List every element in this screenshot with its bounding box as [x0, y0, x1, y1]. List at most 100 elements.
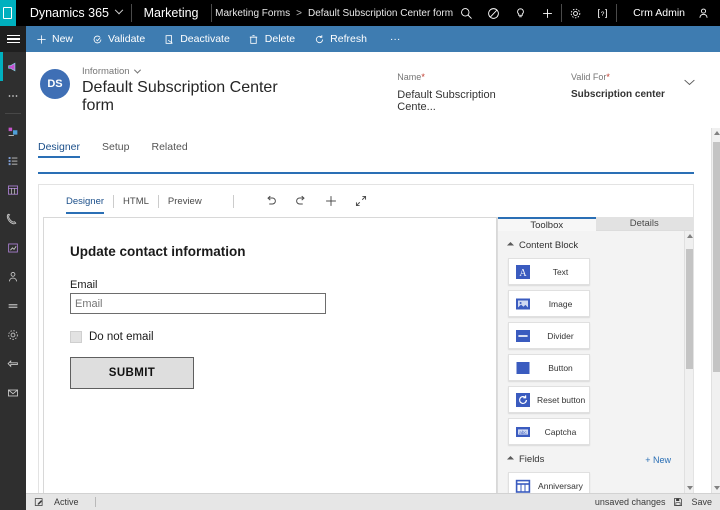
reset-icon [515, 392, 531, 408]
divider [233, 195, 234, 208]
validate-button[interactable]: Validate [82, 26, 154, 52]
avatar: DS [40, 69, 70, 99]
tile-button-label: Button [537, 363, 589, 373]
calendar-field-icon [515, 478, 531, 493]
tab-details[interactable]: Details [596, 217, 694, 231]
hamburger-icon[interactable] [0, 26, 26, 52]
sidebar-item-reply[interactable] [0, 349, 26, 378]
scrollbar-thumb[interactable] [686, 249, 693, 369]
form-selector[interactable]: Information [82, 66, 297, 77]
designer-toolbar: Designer HTML Preview [39, 185, 693, 217]
new-button[interactable]: New [26, 26, 82, 52]
form-selector-label: Information [82, 66, 130, 77]
toolbox-content: Content Block A Text [498, 231, 693, 493]
tile-reset-button[interactable]: Reset button [508, 386, 590, 413]
unsaved-changes-label: unsaved changes [595, 497, 666, 507]
tile-button[interactable]: Button [508, 354, 590, 381]
search-icon[interactable] [453, 0, 480, 26]
divider [95, 497, 96, 507]
top-bar-actions: ? Crm Admin [453, 0, 720, 26]
section-content-block-header[interactable]: Content Block [508, 240, 685, 251]
scrollbar-thumb[interactable] [713, 142, 720, 372]
email-input[interactable] [70, 293, 326, 314]
designer-mode-designer[interactable]: Designer [57, 196, 113, 207]
name-field-value[interactable]: Default Subscription Cente... [397, 89, 515, 113]
new-field-link[interactable]: + New [645, 455, 685, 465]
tile-reset-button-label: Reset button [537, 395, 589, 405]
toolbox-panel: Toolbox Details Content Block A [497, 217, 693, 493]
sidebar-item-settings[interactable] [0, 320, 26, 349]
breadcrumb: Marketing Forms > Default Subscription C… [211, 8, 453, 19]
person-icon[interactable] [693, 0, 720, 26]
sidebar-item-list[interactable] [0, 146, 26, 175]
refresh-button[interactable]: Refresh [304, 26, 376, 52]
save-button[interactable]: Save [691, 497, 712, 507]
page-scrollbar[interactable] [711, 128, 720, 493]
status-right: unsaved changes Save [595, 497, 712, 507]
undo-icon[interactable] [256, 190, 286, 212]
sidebar-item-contact[interactable] [0, 262, 26, 291]
plus-icon[interactable] [534, 0, 561, 26]
button-icon [515, 360, 531, 376]
toolbox-scrollbar[interactable] [684, 231, 693, 493]
content-block-tiles: A Text Image [508, 258, 685, 445]
user-name-label: Crm Admin [633, 7, 685, 19]
save-icon[interactable] [673, 497, 683, 507]
sidebar-item-segment[interactable] [0, 291, 26, 320]
tile-image-label: Image [537, 299, 589, 309]
sidebar-item-chart[interactable] [0, 233, 26, 262]
form-canvas[interactable]: Update contact information Email Do not … [43, 217, 497, 493]
chevron-down-icon[interactable] [683, 78, 702, 87]
designer-mode-preview[interactable]: Preview [159, 196, 211, 207]
designer-mode-html[interactable]: HTML [114, 196, 158, 207]
sidebar-item-megaphone[interactable] [0, 52, 26, 81]
gear-icon[interactable] [562, 0, 589, 26]
plus-icon[interactable] [316, 190, 346, 212]
deactivate-button[interactable]: Deactivate [154, 26, 239, 52]
do-not-email-checkbox[interactable] [70, 331, 82, 343]
designer-body: Update contact information Email Do not … [39, 217, 693, 493]
valid-for-field-value[interactable]: Subscription center [571, 89, 683, 100]
scroll-down-icon[interactable] [714, 486, 720, 490]
tab-toolbox[interactable]: Toolbox [498, 217, 596, 231]
page-scrollbar-track[interactable] [711, 128, 720, 493]
scroll-up-icon[interactable] [687, 234, 693, 238]
breadcrumb-parent[interactable]: Marketing Forms [215, 8, 290, 19]
tile-captcha[interactable]: abc Captcha [508, 418, 590, 445]
header-field-valid-for: Valid For* Subscription center [571, 72, 683, 113]
help-icon[interactable]: ? [589, 0, 616, 26]
spacer [508, 445, 685, 454]
tile-anniversary[interactable]: Anniversary [508, 472, 590, 493]
tile-text[interactable]: A Text [508, 258, 590, 285]
sidebar-item-pin[interactable] [0, 117, 26, 146]
sidebar-item-phone[interactable] [0, 204, 26, 233]
section-fields-header[interactable]: Fields + New [508, 454, 685, 465]
do-not-email-row[interactable]: Do not email [70, 331, 496, 343]
sidebar-item-email[interactable] [0, 378, 26, 407]
tab-designer[interactable]: Designer [38, 141, 80, 158]
chevron-down-icon [133, 67, 140, 74]
tile-divider[interactable]: Divider [508, 322, 590, 349]
edit-icon[interactable] [34, 497, 44, 507]
command-overflow-button[interactable]: ··· [376, 26, 410, 52]
scroll-down-icon[interactable] [687, 486, 693, 490]
tile-image[interactable]: Image [508, 290, 590, 317]
lightbulb-icon[interactable] [507, 0, 534, 26]
submit-button[interactable]: SUBMIT [70, 357, 194, 389]
expand-icon[interactable] [346, 190, 376, 212]
delete-button[interactable]: Delete [239, 26, 304, 52]
scroll-up-icon[interactable] [714, 131, 720, 135]
user-menu[interactable]: Crm Admin [617, 7, 693, 19]
tab-setup[interactable]: Setup [102, 141, 129, 158]
tab-related[interactable]: Related [151, 141, 187, 158]
app-launcher-icon[interactable] [0, 0, 16, 26]
redo-icon[interactable] [286, 190, 316, 212]
sidebar-item-calendar[interactable] [0, 175, 26, 204]
svg-text:abc: abc [519, 430, 527, 435]
brand-dropdown[interactable]: Dynamics 365 [16, 6, 131, 20]
required-asterisk: * [421, 72, 425, 82]
email-field-label: Email [70, 279, 496, 291]
filter-icon[interactable] [480, 0, 507, 26]
sidebar-item-more[interactable] [0, 81, 26, 110]
designer-section: Designer HTML Preview [26, 160, 712, 493]
